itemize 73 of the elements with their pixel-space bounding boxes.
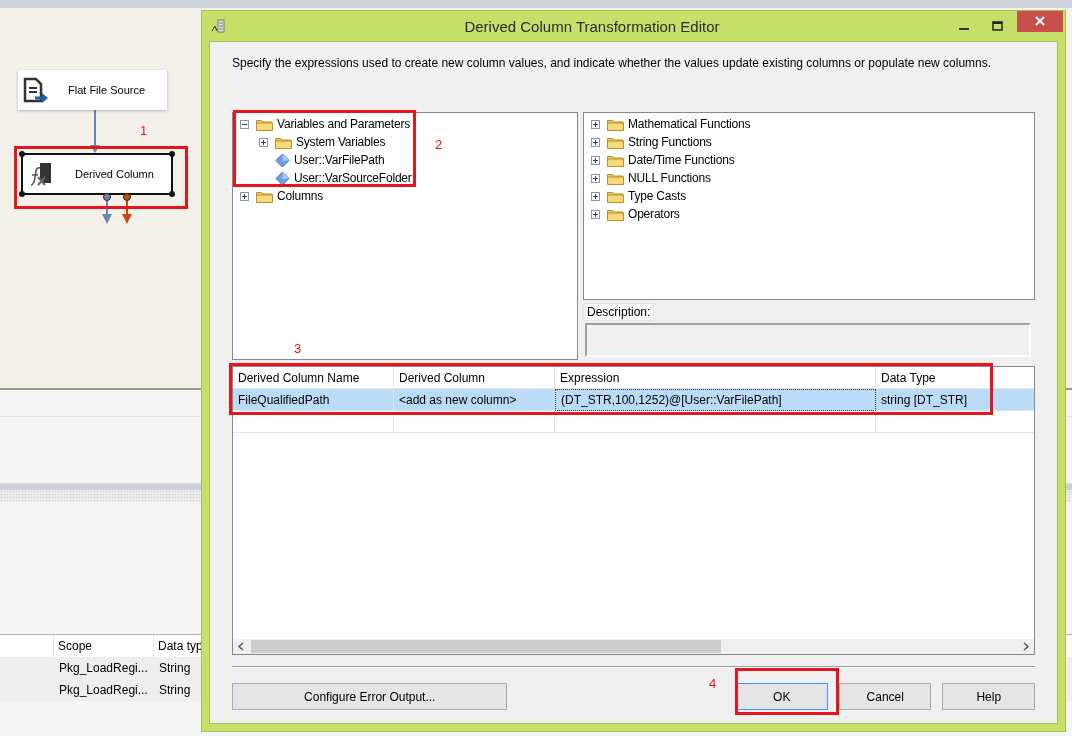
dialog-button[interactable]: Help xyxy=(942,683,1035,710)
component-node[interactable]: Derived Column xyxy=(21,153,173,195)
table-cell-text: String xyxy=(158,660,192,677)
column-header[interactable]: Expression xyxy=(560,370,620,385)
resize-handle[interactable] xyxy=(169,191,175,197)
table-cell-text: Pkg_LoadRegi... xyxy=(58,682,149,699)
node-label: Derived Column xyxy=(75,168,154,180)
callout-number: 2 xyxy=(435,137,443,152)
table-cell-text: Pkg_LoadRegi... xyxy=(58,660,149,677)
expand-icon[interactable] xyxy=(591,173,600,183)
folder-icon xyxy=(607,153,624,167)
close-button[interactable] xyxy=(1017,11,1063,32)
folder-icon xyxy=(256,117,273,131)
table-cell-text: String xyxy=(158,682,192,699)
dialog-button[interactable]: Configure Error Output... xyxy=(232,683,508,710)
folder-icon xyxy=(607,135,624,149)
expand-icon[interactable] xyxy=(259,137,268,147)
collapse-icon[interactable] xyxy=(240,119,249,129)
table-cell: (DT_STR,100,1252)@[User::VarFilePath] xyxy=(555,389,876,411)
folder-icon xyxy=(275,135,292,149)
dialog-button[interactable]: Cancel xyxy=(839,683,932,710)
tree-item[interactable]: User::VarFilePath xyxy=(294,153,385,167)
instruction-text: Specify the expressions used to create new column values, and indicate whether the values update existing columns or populate new columns. xyxy=(232,56,993,72)
callout-number: 4 xyxy=(709,676,717,691)
scroll-right-icon[interactable] xyxy=(1022,642,1030,651)
folder-icon xyxy=(607,189,624,203)
editor-icon xyxy=(211,19,225,33)
expand-icon[interactable] xyxy=(591,137,600,147)
column-header[interactable]: Derived Column Name xyxy=(238,370,360,385)
column-header[interactable]: Data Type xyxy=(881,370,936,385)
empty-row[interactable] xyxy=(233,411,1034,433)
horizontal-scrollbar[interactable] xyxy=(233,639,1034,654)
resize-handle[interactable] xyxy=(19,151,25,157)
table-cell: string [DT_STR] xyxy=(876,389,1034,411)
expand-icon[interactable] xyxy=(591,209,600,219)
dialog-button[interactable]: OK xyxy=(735,683,828,710)
expand-icon[interactable] xyxy=(591,119,600,129)
column-header[interactable]: Derived Column xyxy=(399,370,486,385)
folder-icon xyxy=(607,207,624,221)
tree-item[interactable]: NULL Functions xyxy=(628,171,711,185)
tree-item[interactable]: Date/Time Functions xyxy=(628,153,735,167)
tree-item[interactable]: Type Casts xyxy=(628,189,687,203)
resize-handle[interactable] xyxy=(169,151,175,157)
table-cell: <add as new column> xyxy=(394,389,555,411)
folder-icon xyxy=(256,189,273,203)
tree-item[interactable]: User::VarSourceFolder xyxy=(294,171,412,185)
window-title: Derived Column Transformation Editor xyxy=(463,17,721,35)
expand-icon[interactable] xyxy=(591,155,600,165)
table-row[interactable]: FileQualifiedPath <add as new column> (DT_STR,100,1252)@[User::VarFilePath] string [DT_STR] xyxy=(233,389,1034,411)
tree-item[interactable]: String Functions xyxy=(628,135,712,149)
description-label: Description: xyxy=(583,303,655,321)
tree-item[interactable]: Operators xyxy=(628,207,680,221)
expand-icon[interactable] xyxy=(240,191,249,201)
variable-icon xyxy=(275,152,290,168)
maximize-icon[interactable] xyxy=(992,21,1003,31)
tree-item[interactable]: Variables and Parameters xyxy=(277,117,411,131)
error-output-arrow xyxy=(122,192,132,225)
component-node[interactable]: Flat File Source xyxy=(18,70,167,110)
folder-icon xyxy=(607,117,624,131)
tree-item[interactable]: Columns xyxy=(277,189,323,203)
resize-handle[interactable] xyxy=(19,191,25,197)
file-arrow-icon xyxy=(23,76,50,104)
data-output-arrow xyxy=(102,192,112,225)
tree-item[interactable]: Mathematical Functions xyxy=(628,117,751,131)
callout-number: 3 xyxy=(294,341,302,356)
expand-icon[interactable] xyxy=(591,191,600,201)
scroll-left-icon[interactable] xyxy=(237,642,245,651)
callout-number: 1 xyxy=(140,123,148,138)
tree-item[interactable]: System Variables xyxy=(296,135,386,149)
variable-icon xyxy=(275,170,290,186)
folder-icon xyxy=(607,171,624,185)
table-cell: FileQualifiedPath xyxy=(233,389,394,411)
node-label: Flat File Source xyxy=(68,84,146,96)
